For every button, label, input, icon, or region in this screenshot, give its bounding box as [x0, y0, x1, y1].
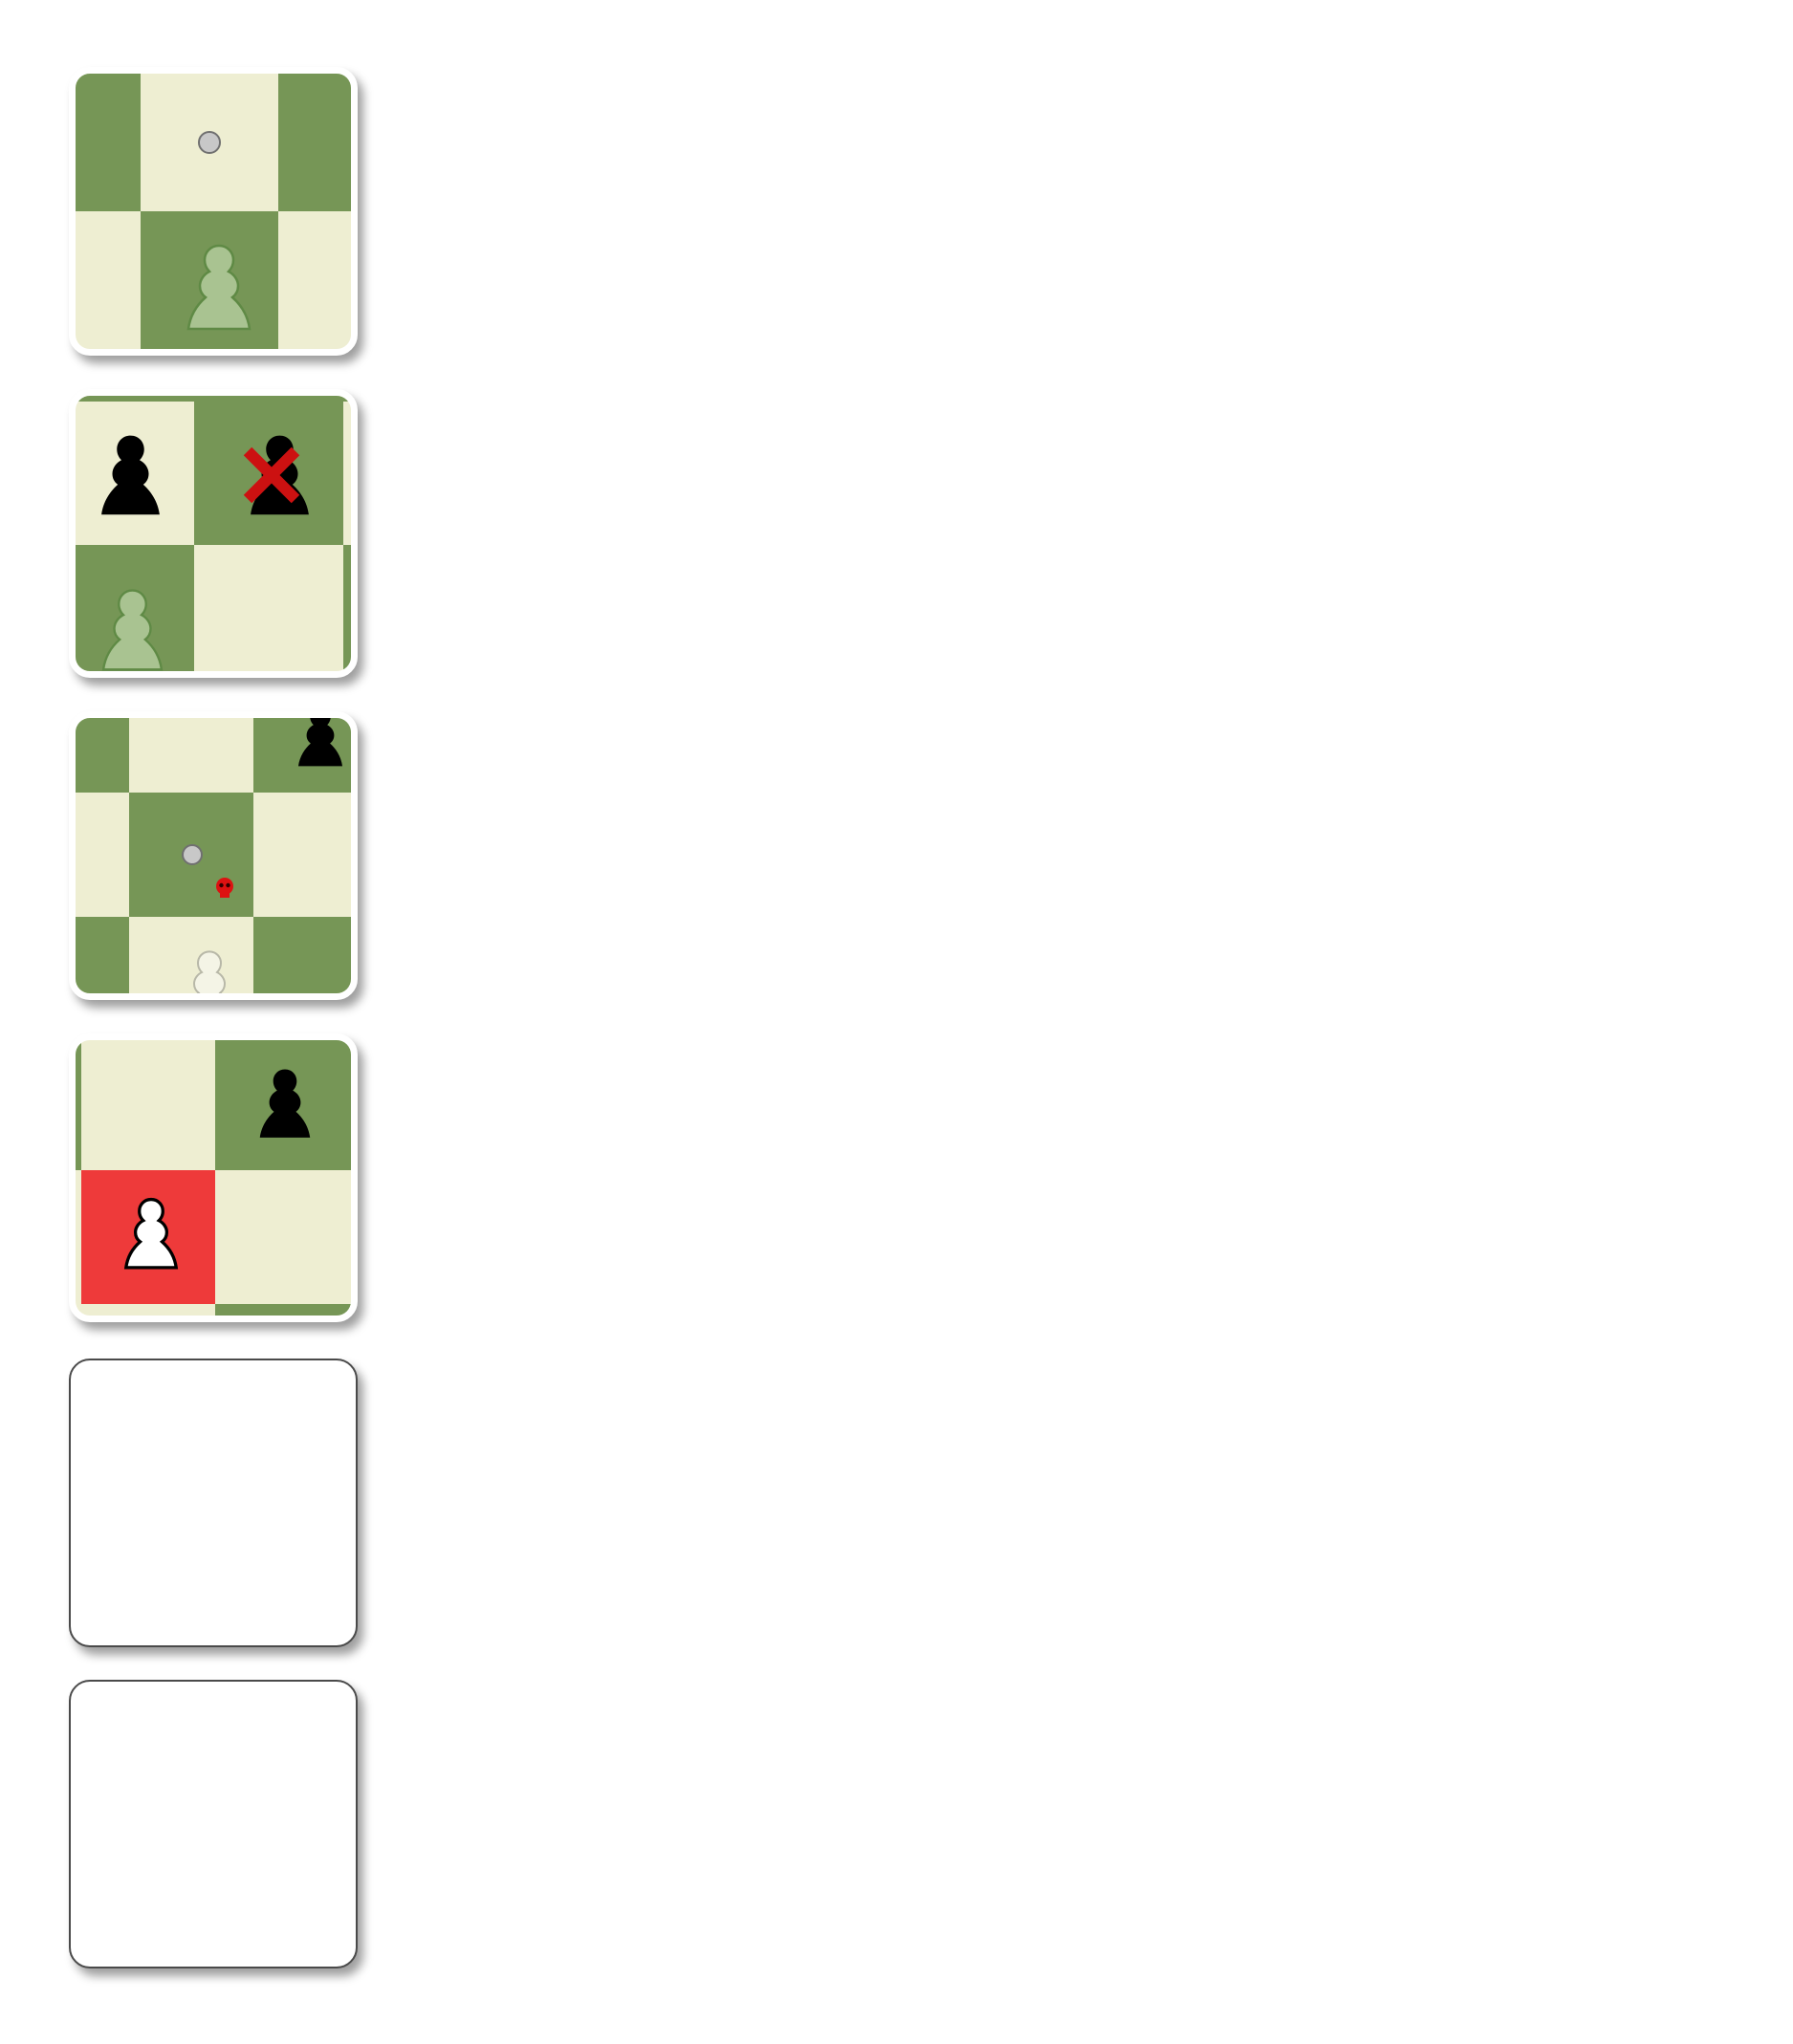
mini-board — [76, 1040, 351, 1316]
dark-square — [343, 545, 351, 671]
tutorial-card-blocked-capture[interactable] — [69, 389, 358, 678]
dark-square — [278, 74, 351, 211]
dark-square — [76, 396, 194, 402]
dark-square — [343, 396, 351, 402]
mini-board — [76, 396, 351, 671]
dark-square — [76, 718, 129, 793]
tutorial-card-attacked-pawn[interactable] — [69, 1033, 358, 1322]
tutorial-card-pawn-step[interactable] — [69, 67, 358, 356]
dark-square — [76, 1040, 81, 1170]
tutorial-card-danger-square[interactable] — [69, 711, 358, 1000]
tutorial-card-empty[interactable] — [69, 1359, 358, 1647]
move-dot-icon — [198, 131, 221, 154]
dark-square — [76, 74, 141, 211]
move-dot-icon — [182, 844, 203, 865]
dark-square — [253, 917, 351, 993]
mini-board — [76, 74, 351, 349]
dark-square — [215, 1304, 351, 1316]
tutorial-card-empty[interactable] — [69, 1680, 358, 1968]
mini-board — [76, 718, 351, 993]
dark-square — [76, 917, 129, 993]
